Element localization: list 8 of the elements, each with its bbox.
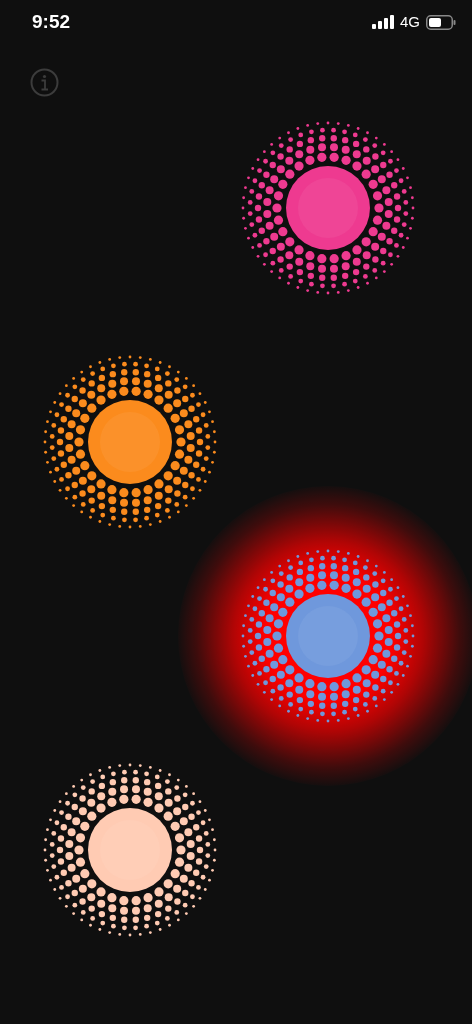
dotted-orb[interactable] [42, 762, 218, 938]
network-type: 4G [400, 11, 420, 32]
dotted-orb[interactable] [240, 120, 416, 296]
signal-icon [372, 15, 394, 29]
status-time: 9:52 [32, 9, 71, 34]
dotted-orb[interactable] [240, 548, 416, 724]
battery-icon [426, 14, 456, 30]
dotted-orb[interactable] [42, 354, 218, 530]
